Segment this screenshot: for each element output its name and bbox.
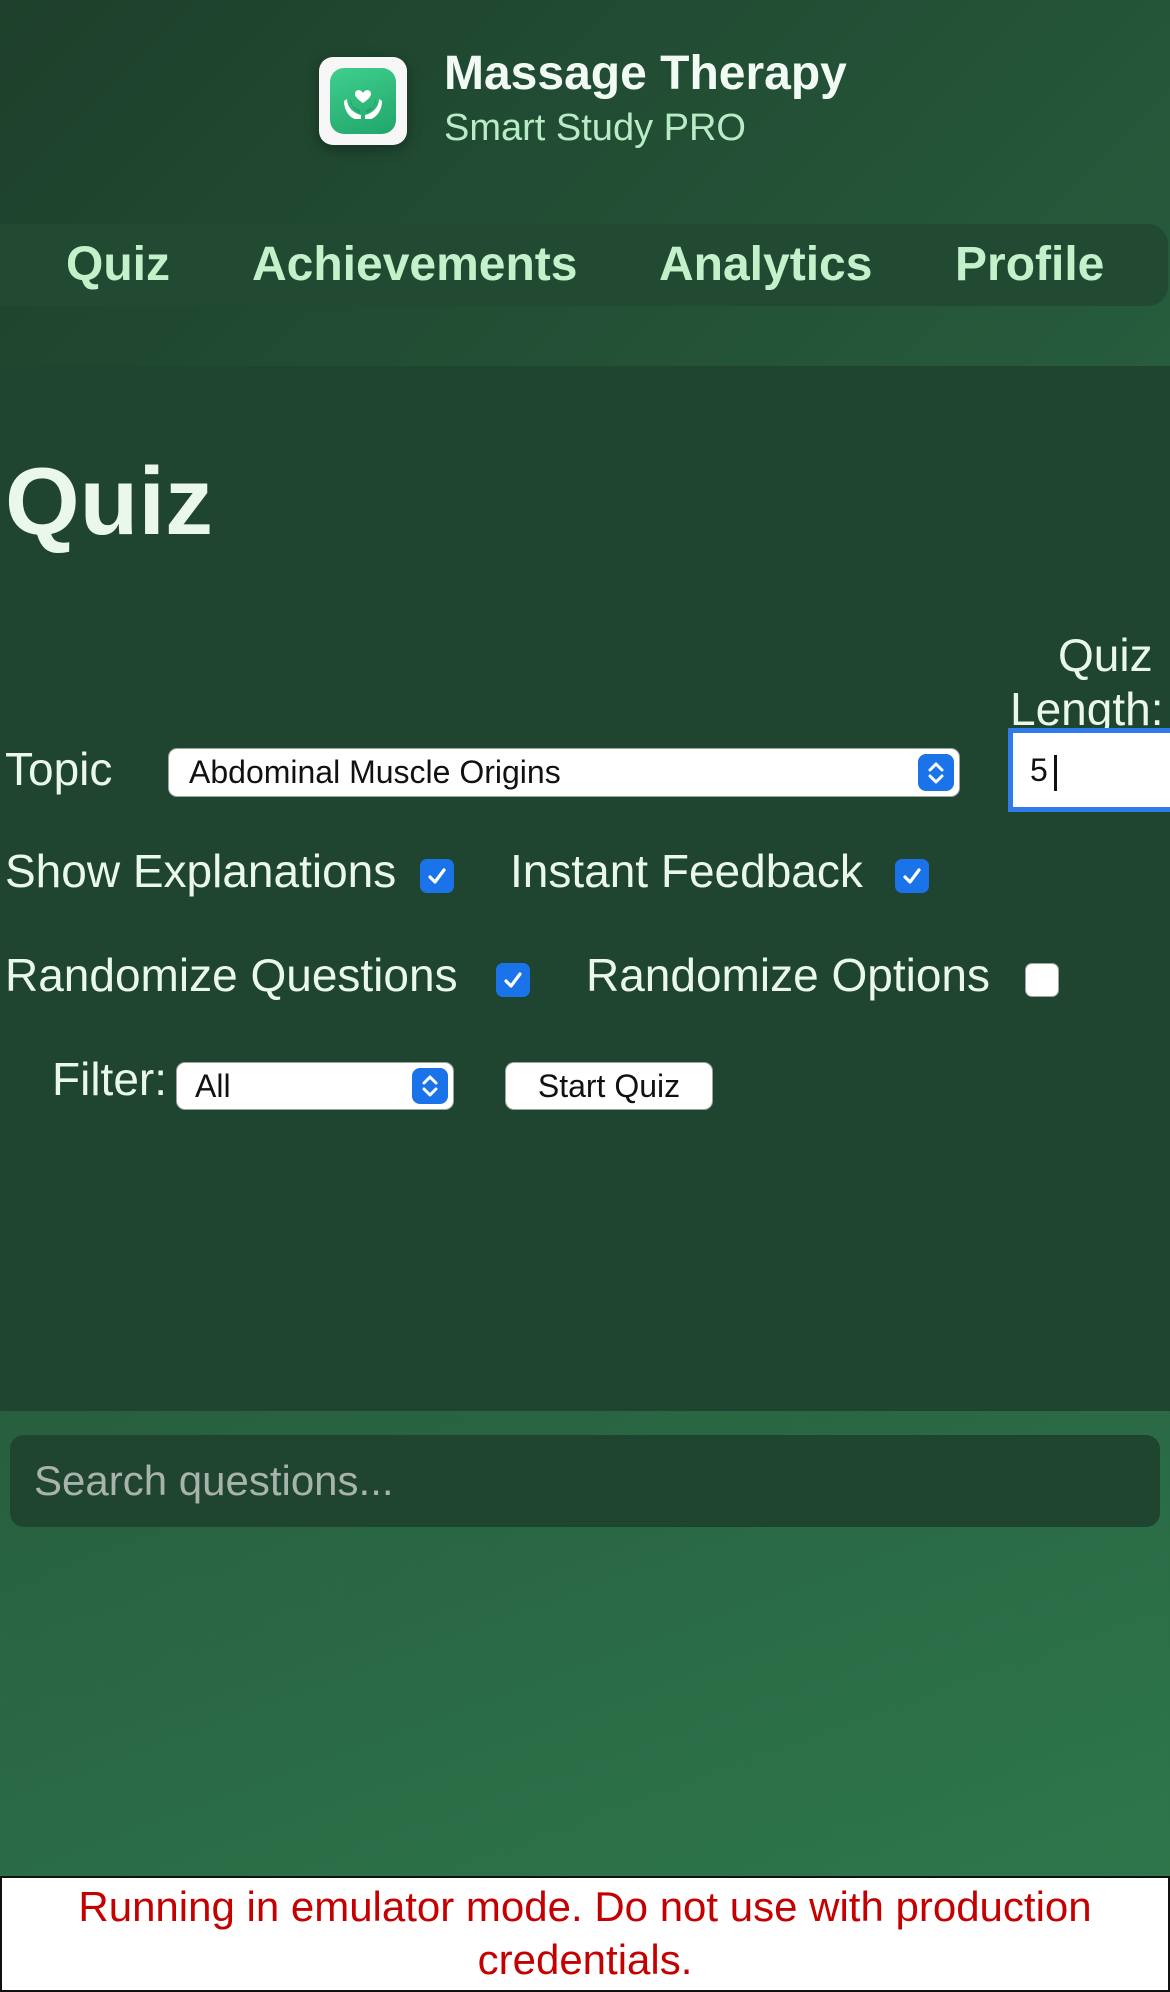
randomize-questions-checkbox[interactable] xyxy=(496,963,530,997)
search-bar xyxy=(10,1435,1160,1527)
instant-feedback-label: Instant Feedback xyxy=(510,845,863,897)
filter-label: Filter: xyxy=(52,1053,167,1105)
text-caret xyxy=(1054,755,1057,791)
start-quiz-button[interactable]: Start Quiz xyxy=(505,1062,713,1110)
checkmark-icon xyxy=(903,868,921,884)
topic-select-value: Abdominal Muscle Origins xyxy=(189,754,561,790)
chevron-up-down-icon xyxy=(918,754,954,791)
nav-item-quiz[interactable]: Quiz xyxy=(66,224,170,306)
randomize-options-checkbox[interactable] xyxy=(1025,963,1059,997)
randomize-questions-label: Randomize Questions xyxy=(5,949,458,1001)
quiz-settings-panel: Quiz Quiz Length: Topic Abdominal Muscle… xyxy=(0,366,1170,1411)
filter-select[interactable]: All xyxy=(176,1062,454,1110)
app-logo xyxy=(319,57,407,145)
chevron-up-down-icon xyxy=(412,1068,448,1104)
app-subtitle: Smart Study PRO xyxy=(444,107,746,149)
page-title: Quiz xyxy=(5,448,213,555)
nav-item-analytics[interactable]: Analytics xyxy=(659,224,872,306)
quiz-length-label-line2: Length: xyxy=(1010,683,1164,735)
emulator-warning-banner: Running in emulator mode. Do not use wit… xyxy=(0,1876,1170,1992)
filter-select-value: All xyxy=(195,1067,231,1104)
checkmark-icon xyxy=(504,972,522,988)
hands-holding-heart-icon xyxy=(330,68,396,134)
main-nav: Quiz Achievements Analytics Profile xyxy=(0,224,1168,306)
quiz-length-input[interactable]: 5 xyxy=(1008,728,1170,812)
quiz-length-value: 5 xyxy=(1030,751,1048,788)
nav-item-achievements[interactable]: Achievements xyxy=(252,224,577,306)
nav-item-profile[interactable]: Profile xyxy=(955,224,1104,306)
emulator-warning-line1: Running in emulator mode. Do not use wit… xyxy=(78,1883,1092,1930)
app-header: Massage Therapy Smart Study PRO Quiz Ach… xyxy=(0,0,1170,366)
show-explanations-checkbox[interactable] xyxy=(420,859,454,893)
checkmark-icon xyxy=(428,868,446,884)
randomize-options-label: Randomize Options xyxy=(586,949,990,1001)
app-title: Massage Therapy xyxy=(444,47,847,100)
search-input[interactable] xyxy=(34,1435,1134,1527)
emulator-warning-line2: credentials. xyxy=(477,1936,693,1983)
instant-feedback-checkbox[interactable] xyxy=(895,859,929,893)
quiz-length-label-line1: Quiz xyxy=(1058,629,1153,681)
show-explanations-label: Show Explanations xyxy=(5,845,397,897)
topic-label: Topic xyxy=(5,743,113,795)
topic-select[interactable]: Abdominal Muscle Origins xyxy=(168,748,960,797)
